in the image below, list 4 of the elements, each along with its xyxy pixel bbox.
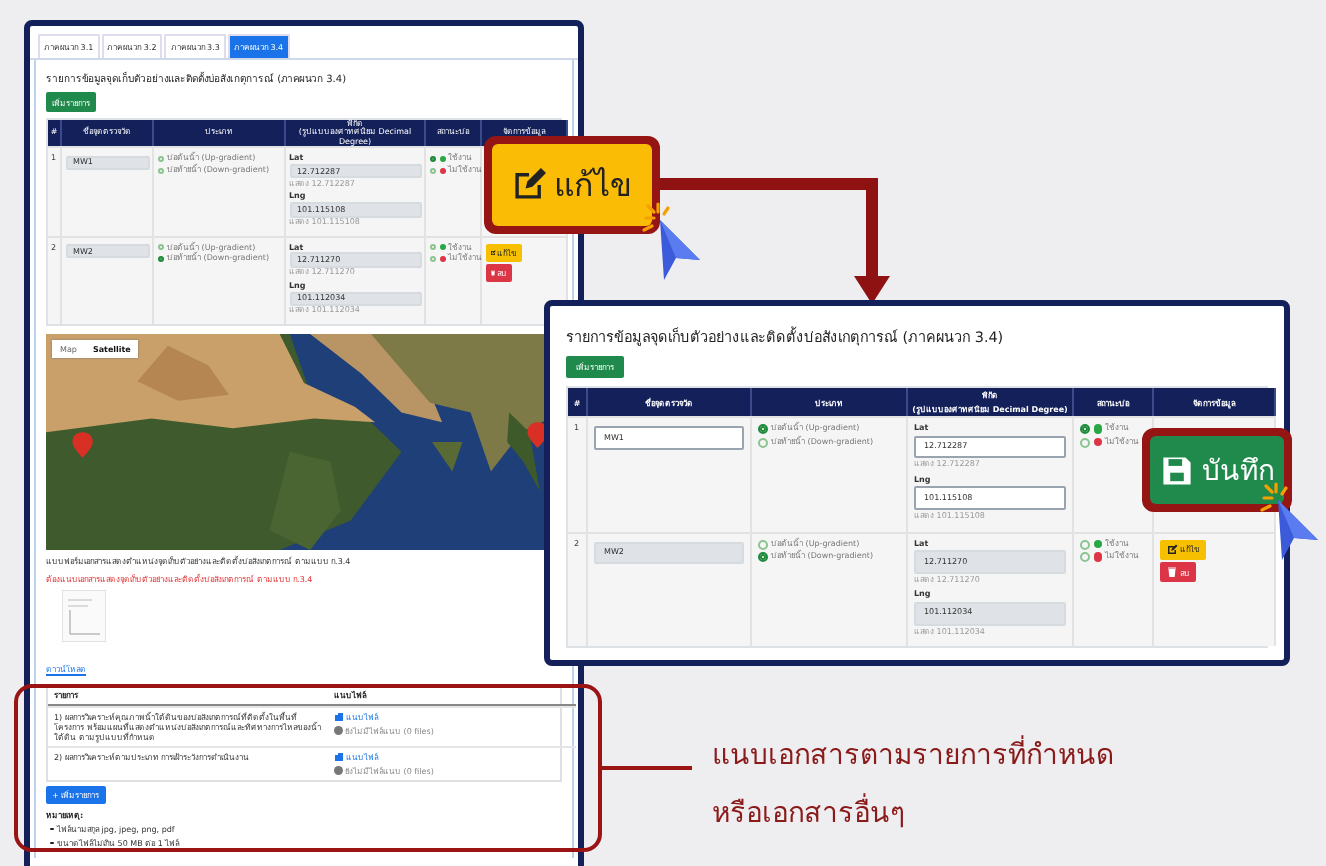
annotation-text: หรือเอกสารอื่นๆ bbox=[712, 790, 1114, 834]
edit-button[interactable]: แก้ไข bbox=[492, 144, 652, 226]
save-button[interactable]: บันทึก bbox=[1150, 436, 1284, 504]
annotation-text: แนบเอกสารตามรายการที่กำหนด bbox=[712, 732, 1114, 776]
